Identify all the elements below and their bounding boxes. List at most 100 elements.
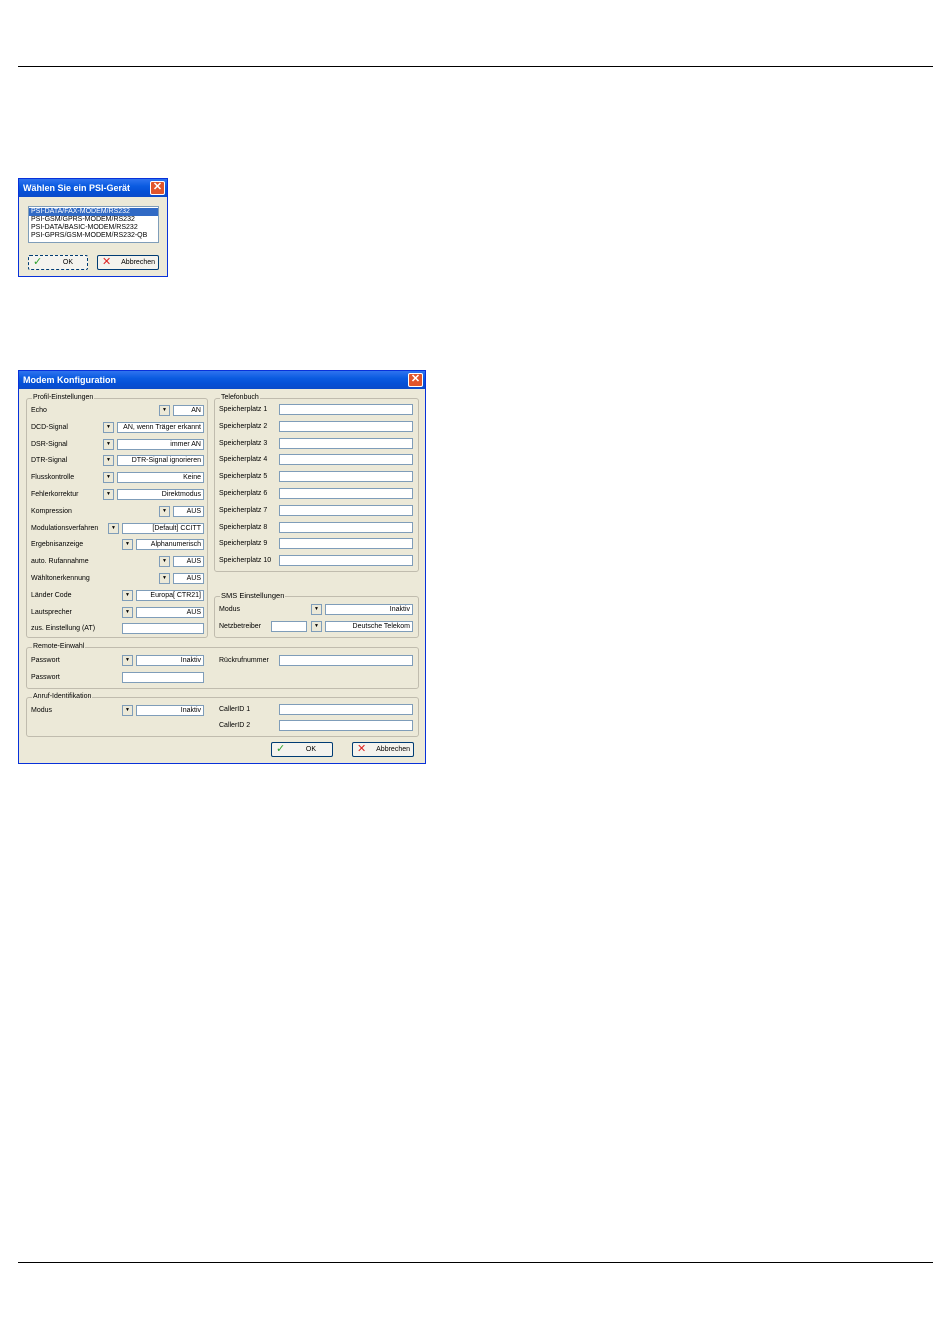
chevron-down-icon[interactable]: ▼ xyxy=(159,556,170,568)
chevron-down-icon[interactable]: ▼ xyxy=(122,589,133,601)
chevron-down-icon[interactable]: ▼ xyxy=(311,621,322,632)
profil-label: Fehlerkorrektur xyxy=(31,491,79,498)
profil-combo[interactable]: ▼ [Default] CCITT xyxy=(108,522,204,534)
profil-label: auto. Rufannahme xyxy=(31,558,89,566)
chevron-down-icon[interactable]: ▼ xyxy=(311,604,322,615)
profil-combo[interactable]: ▼ AUS xyxy=(159,573,204,584)
checkmark-icon: ✓ xyxy=(33,256,43,268)
caller1-label: CallerID 1 xyxy=(219,706,251,713)
device-select-dialog: Wählen Sie ein PSI-Gerät ✕ PSI-DATA/FAX-… xyxy=(18,178,168,277)
speicherplatz-field[interactable] xyxy=(279,504,413,516)
anruf-modus-combo[interactable]: ▼ Inaktiv xyxy=(122,705,204,716)
anruf-legend: Anruf-Identifikation xyxy=(32,692,93,702)
checkmark-icon: ✓ xyxy=(276,743,286,755)
profil-value: Keine xyxy=(117,472,204,484)
chevron-down-icon[interactable]: ▼ xyxy=(122,655,133,666)
profil-combo[interactable]: ▼ Keine xyxy=(103,472,204,484)
speicherplatz-field[interactable] xyxy=(279,437,413,449)
profil-combo[interactable]: ▼ AN, wenn Träger erkannt xyxy=(103,421,204,433)
close-icon[interactable]: ✕ xyxy=(150,181,165,195)
chevron-down-icon[interactable]: ▼ xyxy=(159,505,170,517)
callerid1-field[interactable] xyxy=(279,704,413,715)
profil-label: Lautsprecher xyxy=(31,608,72,616)
speicherplatz-label: Speicherplatz 5 xyxy=(219,473,268,481)
chevron-down-icon[interactable]: ▼ xyxy=(103,421,114,433)
profil-combo[interactable]: ▼ AUS xyxy=(122,606,204,618)
speicherplatz-field[interactable] xyxy=(279,454,413,466)
profil-label: Kompression xyxy=(31,507,72,515)
speicherplatz-label: Speicherplatz 10 xyxy=(219,557,272,565)
profil-label: DSR-Signal xyxy=(31,440,68,448)
speicherplatz-label: Speicherplatz 3 xyxy=(219,439,268,447)
chevron-down-icon[interactable]: ▼ xyxy=(108,522,119,534)
profil-combo[interactable]: ▼ DTR-Signal ignorieren xyxy=(103,455,204,467)
sms-modus-label: Modus xyxy=(219,606,241,613)
remote-group: Remote-Einwahl xyxy=(26,642,419,689)
speicherplatz-field[interactable] xyxy=(279,404,413,415)
telefonbuch-legend: Telefonbuch xyxy=(220,393,260,403)
profil-label: Ergebnisanzeige xyxy=(31,541,84,549)
speicherplatz-field[interactable] xyxy=(279,555,413,567)
profil-combo[interactable]: ▼ AN xyxy=(159,405,204,416)
list-item[interactable]: PSI-DATA/FAX-MODEM/RS232 xyxy=(29,208,158,216)
profil-combo[interactable]: ▼ AUS xyxy=(159,556,204,568)
profil-label: Wähltonerkennung xyxy=(31,575,90,582)
speicherplatz-field[interactable] xyxy=(279,420,413,432)
list-item[interactable]: PSI-GSM/GPRS-MODEM/RS232 xyxy=(29,216,158,224)
callerid2-field[interactable] xyxy=(279,720,413,731)
top-rule xyxy=(18,66,933,67)
profil-value: AN xyxy=(173,405,204,416)
chevron-down-icon[interactable]: ▼ xyxy=(122,606,133,618)
profil-value: immer AN xyxy=(117,438,204,450)
remote-passwort-combo[interactable]: ▼ Inaktiv xyxy=(122,655,204,666)
chevron-down-icon[interactable]: ▼ xyxy=(103,455,114,467)
profil-label: Echo xyxy=(31,407,47,414)
speicherplatz-label: Speicherplatz 9 xyxy=(219,540,268,548)
profil-value: Direktmodus xyxy=(117,489,204,500)
sms-modus-combo[interactable]: ▼ Inaktiv xyxy=(311,604,413,615)
list-item[interactable]: PSI-GPRS/GSM-MODEM/RS232-QB xyxy=(29,232,158,240)
remote-legend: Remote-Einwahl xyxy=(32,642,86,652)
profil-combo[interactable]: ▼ immer AN xyxy=(103,438,204,450)
profil-label: Modulationsverfahren xyxy=(31,524,99,532)
bottom-rule xyxy=(18,1262,933,1263)
speicherplatz-field[interactable] xyxy=(279,538,413,550)
cancel-button[interactable]: ✕ Abbrechen xyxy=(352,742,414,757)
device-listbox[interactable]: PSI-DATA/FAX-MODEM/RS232 PSI-GSM/GPRS-MO… xyxy=(28,206,159,243)
speicherplatz-label: Speicherplatz 6 xyxy=(219,490,268,497)
netzbetreiber-combo[interactable]: ▼ Deutsche Telekom xyxy=(311,621,413,632)
device-select-title: Wählen Sie ein PSI-Gerät xyxy=(23,183,131,193)
ok-button[interactable]: ✓ OK xyxy=(28,255,88,270)
profil-combo[interactable]: ▼ AUS xyxy=(159,505,204,517)
speicherplatz-field[interactable] xyxy=(279,488,413,499)
chevron-down-icon[interactable]: ▼ xyxy=(103,489,114,500)
rueckrufnummer-field[interactable] xyxy=(279,655,413,666)
cross-icon: ✕ xyxy=(102,256,112,268)
close-icon[interactable]: ✕ xyxy=(408,373,423,387)
profil-label: DTR-Signal xyxy=(31,457,68,465)
profil-value: AUS xyxy=(173,556,204,568)
chevron-down-icon[interactable]: ▼ xyxy=(159,405,170,416)
profil-label: Länder Code xyxy=(31,591,72,599)
profil-combo[interactable]: ▼ Europa[ CTR21] xyxy=(122,589,204,601)
profil-value: [Default] CCITT xyxy=(122,522,204,534)
profil-label: DCD-Signal xyxy=(31,423,68,431)
list-item[interactable]: PSI-DATA/BASIC-MODEM/RS232 xyxy=(29,224,158,232)
passwort-field[interactable] xyxy=(122,672,204,683)
profil-combo[interactable]: ▼ Alphanumerisch xyxy=(122,539,204,551)
anruf-modus-label: Modus xyxy=(31,707,53,714)
profil-group: Profil-Einstellungen xyxy=(26,393,208,638)
chevron-down-icon[interactable]: ▼ xyxy=(103,438,114,450)
speicherplatz-field[interactable] xyxy=(279,471,413,483)
chevron-down-icon[interactable]: ▼ xyxy=(103,472,114,484)
chevron-down-icon[interactable]: ▼ xyxy=(159,573,170,584)
chevron-down-icon[interactable]: ▼ xyxy=(122,539,133,551)
profil-combo[interactable]: ▼ Direktmodus xyxy=(103,489,204,500)
ok-button[interactable]: ✓ OK xyxy=(271,742,333,757)
at-command-field[interactable] xyxy=(122,623,204,635)
speicherplatz-field[interactable] xyxy=(279,521,413,533)
netzbetreiber-field[interactable] xyxy=(271,621,307,632)
modem-config-title: Modem Konfiguration xyxy=(23,375,116,385)
cancel-button[interactable]: ✕ Abbrechen xyxy=(97,255,159,270)
chevron-down-icon[interactable]: ▼ xyxy=(122,705,133,716)
